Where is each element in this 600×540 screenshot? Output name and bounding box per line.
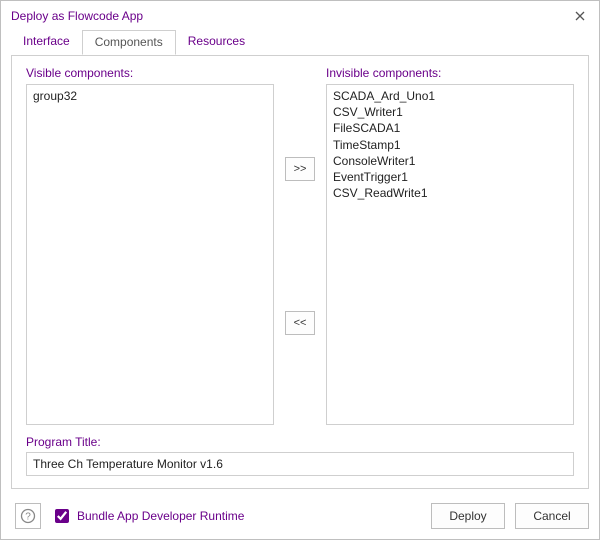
help-button[interactable]: ? <box>15 503 41 529</box>
cancel-button[interactable]: Cancel <box>515 503 589 529</box>
list-item[interactable]: EventTrigger1 <box>333 169 567 185</box>
list-item[interactable]: CSV_ReadWrite1 <box>333 185 567 201</box>
list-item[interactable]: FileSCADA1 <box>333 120 567 136</box>
move-right-button[interactable]: >> <box>285 157 315 181</box>
components-panel: Visible components: group32 >> << Invisi… <box>11 55 589 489</box>
invisible-components-label: Invisible components: <box>326 66 574 80</box>
tab-interface[interactable]: Interface <box>11 30 82 55</box>
bundle-runtime-checkbox-wrap[interactable]: Bundle App Developer Runtime <box>51 506 421 526</box>
invisible-components-list[interactable]: SCADA_Ard_Uno1CSV_Writer1FileSCADA1TimeS… <box>326 84 574 425</box>
tab-resources[interactable]: Resources <box>176 30 257 55</box>
window-title: Deploy as Flowcode App <box>11 9 571 23</box>
bundle-runtime-label: Bundle App Developer Runtime <box>77 509 244 523</box>
visible-components-label: Visible components: <box>26 66 274 80</box>
tab-components[interactable]: Components <box>82 30 176 55</box>
tab-bar: Interface Components Resources <box>1 29 599 55</box>
list-item[interactable]: SCADA_Ard_Uno1 <box>333 88 567 104</box>
list-item[interactable]: ConsoleWriter1 <box>333 153 567 169</box>
list-item[interactable]: group32 <box>33 88 267 104</box>
visible-components-list[interactable]: group32 <box>26 84 274 425</box>
svg-text:?: ? <box>25 512 31 523</box>
bundle-runtime-checkbox[interactable] <box>55 509 69 523</box>
close-icon[interactable] <box>571 7 589 25</box>
program-title-input[interactable] <box>26 452 574 476</box>
list-item[interactable]: CSV_Writer1 <box>333 104 567 120</box>
move-left-button[interactable]: << <box>285 311 315 335</box>
deploy-button[interactable]: Deploy <box>431 503 505 529</box>
program-title-label: Program Title: <box>26 435 574 449</box>
list-item[interactable]: TimeStamp1 <box>333 137 567 153</box>
